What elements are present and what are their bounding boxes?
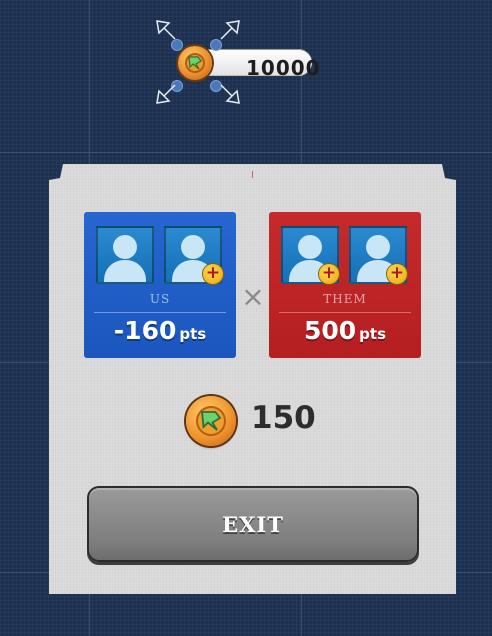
- team-label: US: [149, 292, 171, 306]
- score-unit: pts: [359, 325, 387, 343]
- avatar-icon: [366, 235, 390, 259]
- anchor-marker: [252, 171, 253, 178]
- divider: [94, 312, 226, 313]
- versus-icon: ×: [241, 280, 265, 313]
- coin-counter-pill: 10000: [196, 49, 320, 80]
- avatar-icon: [113, 235, 137, 259]
- resize-arrow-icon[interactable]: [155, 19, 177, 41]
- score-unit: pts: [179, 325, 207, 343]
- resize-arrow-icon[interactable]: [219, 83, 241, 105]
- team-label: THEM: [323, 292, 367, 306]
- exit-button[interactable]: EXIT: [87, 486, 419, 562]
- reward-amount: 150: [251, 400, 316, 436]
- score-value: 500: [303, 316, 357, 345]
- exit-label: EXIT: [222, 512, 284, 537]
- score-value: -160: [113, 316, 177, 345]
- add-player-icon[interactable]: +: [387, 264, 407, 284]
- results-panel: + US -160 pts × + + THEM 500 pts 150 EXIT: [49, 164, 456, 594]
- resize-arrow-icon[interactable]: [219, 19, 241, 41]
- guide-line: [0, 152, 492, 153]
- team-score: -160 pts: [84, 316, 236, 345]
- coin-counter[interactable]: 10000: [176, 44, 320, 82]
- coin-icon: [178, 46, 212, 80]
- avatar-icon: [181, 235, 205, 259]
- avatar-icon: [298, 235, 322, 259]
- coin-icon: [186, 396, 236, 446]
- team-card-them: + + THEM 500 pts: [269, 212, 421, 358]
- player-slot[interactable]: [96, 226, 154, 284]
- divider: [279, 312, 411, 313]
- add-player-icon[interactable]: +: [203, 264, 223, 284]
- team-card-us: + US -160 pts: [84, 212, 236, 358]
- team-score: 500 pts: [269, 316, 421, 345]
- resize-arrow-icon[interactable]: [155, 83, 177, 105]
- add-player-icon[interactable]: +: [319, 264, 339, 284]
- coin-balance: 10000: [246, 56, 321, 80]
